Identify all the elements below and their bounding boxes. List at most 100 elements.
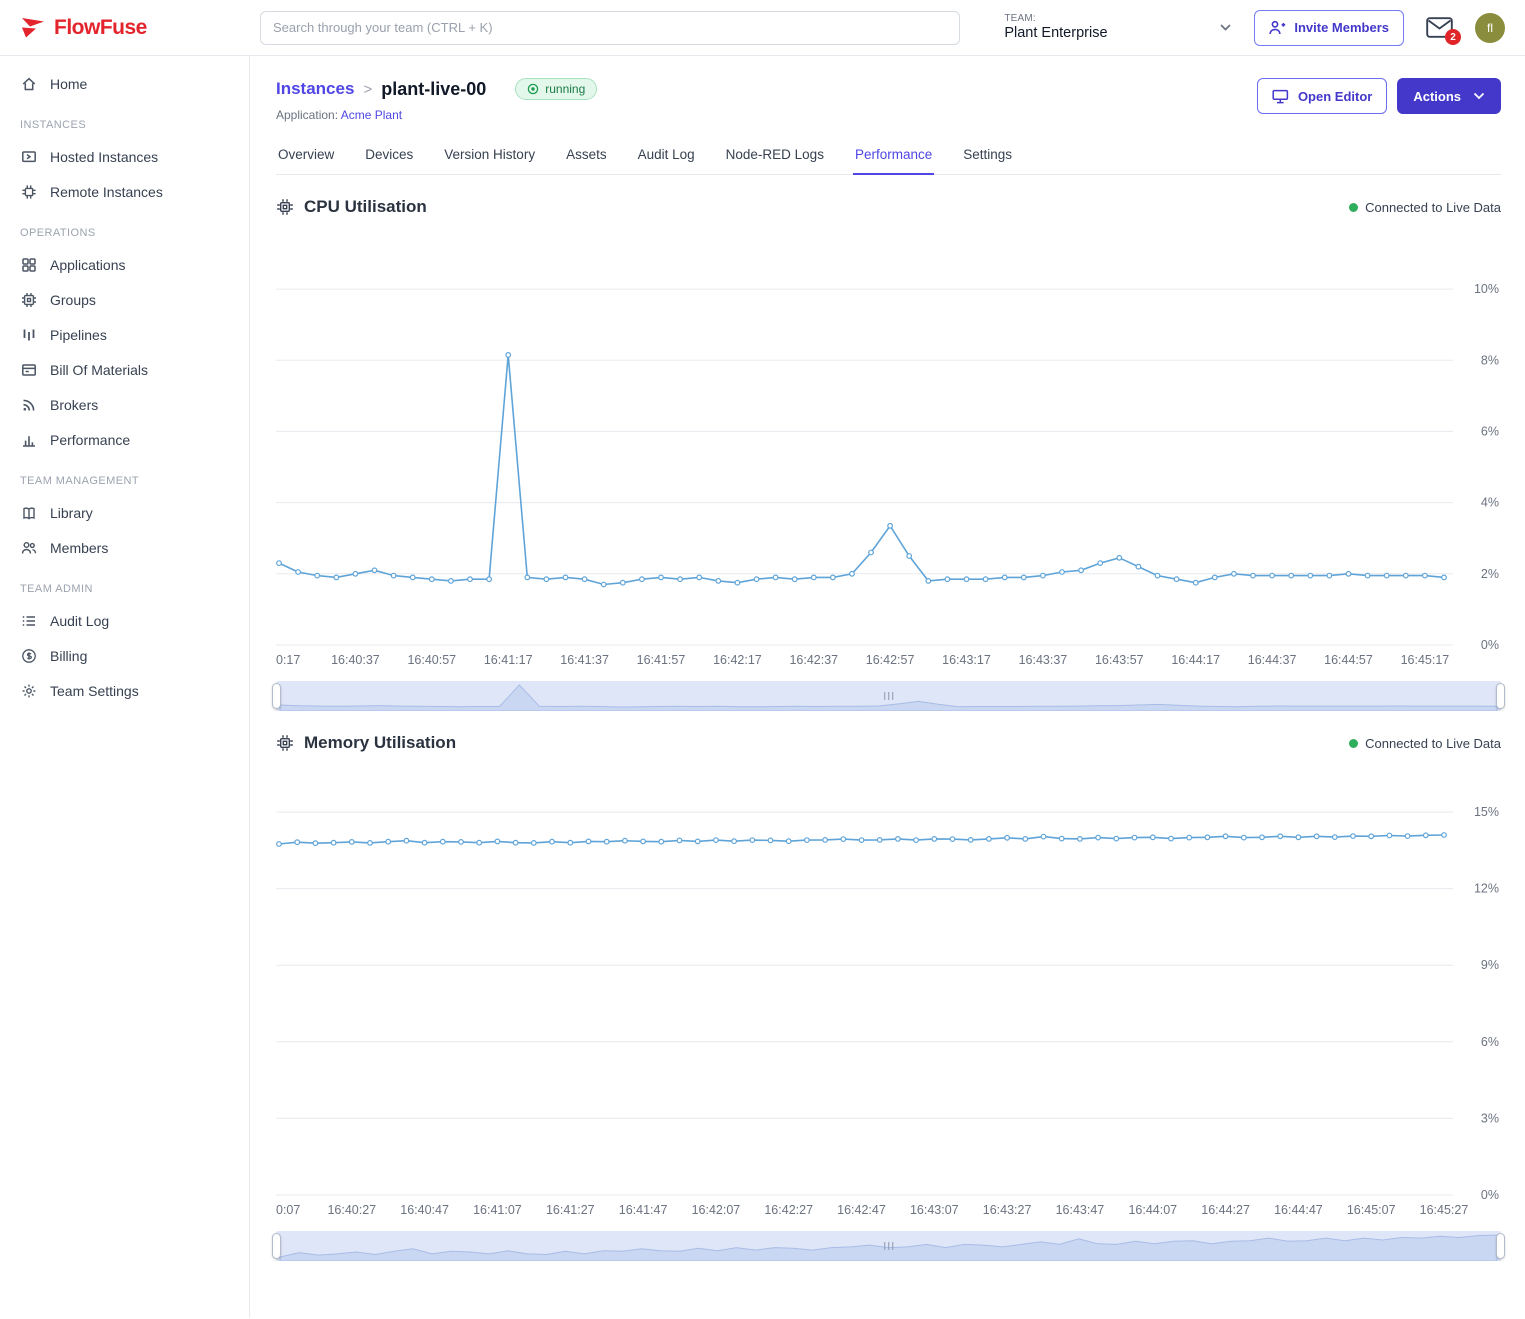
sidebar-item-members[interactable]: Members [0,530,249,565]
svg-text:16:45:17: 16:45:17 [1401,653,1450,667]
brokers-icon [20,397,38,413]
open-editor-button[interactable]: Open Editor [1257,78,1387,114]
svg-text:6%: 6% [1481,424,1499,438]
svg-text:0:17: 0:17 [276,653,300,667]
sidebar-item-billing[interactable]: Billing [0,638,249,673]
breadcrumb-instances-link[interactable]: Instances [276,79,354,99]
svg-text:6%: 6% [1481,1035,1499,1049]
memory-zoom-brush[interactable] [276,1231,1501,1261]
svg-text:16:44:57: 16:44:57 [1324,653,1373,667]
tab-settings[interactable]: Settings [961,137,1014,174]
svg-text:16:42:37: 16:42:37 [789,653,838,667]
sidebar-item-team-settings[interactable]: Team Settings [0,673,249,708]
team-search-input[interactable] [260,11,960,45]
sidebar-item-label: Performance [50,432,130,448]
performance-icon [20,432,38,448]
sidebar-item-audit-log[interactable]: Audit Log [0,603,249,638]
groups-icon [20,292,38,308]
svg-text:16:41:57: 16:41:57 [637,653,686,667]
invite-members-label: Invite Members [1294,20,1389,35]
live-dot-icon [1349,203,1358,212]
svg-text:15%: 15% [1474,805,1499,819]
svg-text:2%: 2% [1481,567,1499,581]
svg-text:16:43:27: 16:43:27 [983,1203,1032,1217]
tab-audit-log[interactable]: Audit Log [636,137,697,174]
application-link[interactable]: Acme Plant [341,108,402,122]
sidebar: Home INSTANCES Hosted Instances Remote I… [0,56,250,1318]
brush-grip-icon[interactable] [884,1242,894,1250]
status-badge-label: running [545,82,585,96]
tab-performance[interactable]: Performance [853,137,934,175]
svg-text:16:44:17: 16:44:17 [1171,653,1220,667]
page-title: plant-live-00 [381,79,486,100]
sidebar-section-team-management: TEAM MANAGEMENT [0,457,249,495]
sidebar-item-performance[interactable]: Performance [0,422,249,457]
svg-text:16:40:47: 16:40:47 [400,1203,449,1217]
svg-text:16:44:47: 16:44:47 [1274,1203,1323,1217]
chevron-down-icon [1219,23,1232,32]
tab-devices[interactable]: Devices [363,137,415,174]
members-icon [20,540,38,556]
brush-handle-right[interactable] [1496,683,1505,709]
tab-version-history[interactable]: Version History [442,137,537,174]
svg-text:0:07: 0:07 [276,1203,300,1217]
applications-icon [20,257,38,273]
brush-handle-right[interactable] [1496,1233,1505,1259]
brush-handle-left[interactable] [272,1233,281,1259]
sidebar-item-hosted-instances[interactable]: Hosted Instances [0,139,249,174]
sidebar-item-label: Home [50,76,87,92]
svg-text:0%: 0% [1481,638,1499,652]
sidebar-section-team-admin: TEAM ADMIN [0,565,249,603]
svg-text:16:42:57: 16:42:57 [866,653,915,667]
sidebar-item-label: Applications [50,257,126,273]
svg-text:16:42:07: 16:42:07 [692,1203,741,1217]
memory-utilisation-section: Memory Utilisation Connected to Live Dat… [276,733,1501,1261]
team-selector[interactable]: TEAM: Plant Enterprise [1004,13,1232,42]
sidebar-item-label: Brokers [50,397,98,413]
sidebar-item-label: Bill Of Materials [50,362,148,378]
hosted-instances-icon [20,149,38,165]
main-content: Instances > plant-live-00 running Applic… [250,56,1525,1318]
person-plus-icon [1269,20,1286,35]
tab-assets[interactable]: Assets [564,137,609,174]
svg-text:16:42:47: 16:42:47 [837,1203,886,1217]
sidebar-item-groups[interactable]: Groups [0,282,249,317]
sidebar-item-label: Billing [50,648,87,664]
application-line: Application: Acme Plant [276,108,597,122]
actions-button[interactable]: Actions [1397,78,1501,114]
flowfuse-logo[interactable]: FlowFuse [20,15,260,41]
memory-chart-canvas[interactable]: 0%3%6%9%12%15%0:0716:40:2716:40:4716:41:… [276,761,1501,1223]
notifications-button[interactable]: 2 [1426,17,1453,38]
svg-text:9%: 9% [1481,958,1499,972]
svg-text:16:43:47: 16:43:47 [1056,1203,1105,1217]
svg-text:16:44:07: 16:44:07 [1128,1203,1177,1217]
cpu-chart-canvas[interactable]: 0%2%4%6%8%10%0:1716:40:3716:40:5716:41:1… [276,225,1501,673]
cpu-chip-icon [276,198,294,216]
sidebar-item-home[interactable]: Home [0,66,249,101]
svg-text:10%: 10% [1474,282,1499,296]
library-icon [20,505,38,521]
brush-handle-left[interactable] [272,683,281,709]
sidebar-item-label: Pipelines [50,327,107,343]
sidebar-item-applications[interactable]: Applications [0,247,249,282]
sidebar-item-remote-instances[interactable]: Remote Instances [0,174,249,209]
tab-node-red-logs[interactable]: Node-RED Logs [724,137,826,174]
user-avatar[interactable]: fl [1475,13,1505,43]
svg-text:16:43:57: 16:43:57 [1095,653,1144,667]
memory-live-status-label: Connected to Live Data [1365,736,1501,751]
running-dot-icon [527,83,539,95]
brush-grip-icon[interactable] [884,692,894,700]
chevron-right-icon: > [363,81,372,98]
cpu-zoom-brush[interactable] [276,681,1501,711]
invite-members-button[interactable]: Invite Members [1254,10,1404,46]
sidebar-section-instances: INSTANCES [0,101,249,139]
svg-text:16:43:07: 16:43:07 [910,1203,959,1217]
tab-overview[interactable]: Overview [276,137,336,174]
sidebar-item-pipelines[interactable]: Pipelines [0,317,249,352]
sidebar-item-label: Remote Instances [50,184,163,200]
sidebar-item-brokers[interactable]: Brokers [0,387,249,422]
svg-text:16:40:37: 16:40:37 [331,653,380,667]
sidebar-item-library[interactable]: Library [0,495,249,530]
svg-text:12%: 12% [1474,882,1499,896]
sidebar-item-bill-of-materials[interactable]: Bill Of Materials [0,352,249,387]
